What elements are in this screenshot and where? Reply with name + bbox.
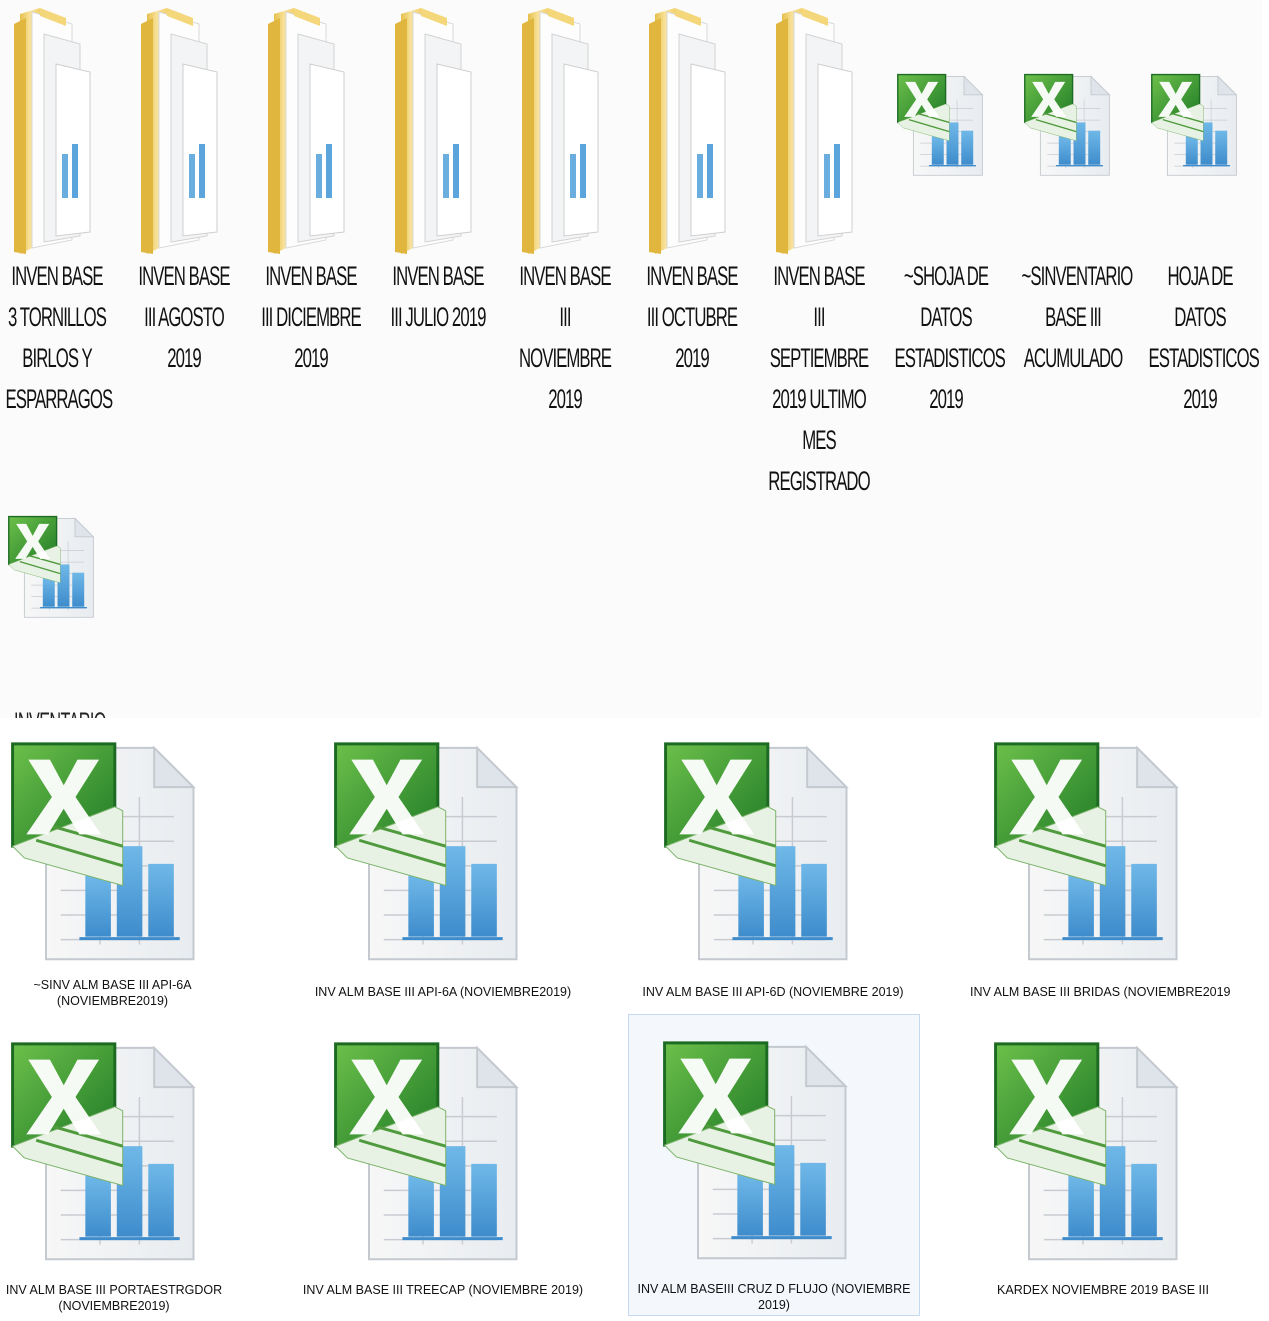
excel-file-item[interactable]: ~SHOJA DE DATOS ESTADISTICOS 2019 — [889, 0, 1014, 420]
folder-item[interactable]: INVEN BASE III JULIO 2019 — [381, 0, 506, 420]
excel-file-icon — [314, 738, 542, 974]
excel-file-icon — [974, 1038, 1202, 1274]
item-label: INVEN BASE 3 TORNILLOS BIRLOS Y ESPARRAG… — [5, 261, 114, 414]
item-label: ~SINVENTARIO BASE III ACUMULADO — [1021, 261, 1134, 373]
folder-item[interactable]: INVEN BASE III NOVIEMBRE 2019 — [508, 0, 633, 420]
excel-file-item[interactable]: HOJA DE DATOS ESTADISTICOS 2019 — [1143, 0, 1262, 420]
item-label: INV ALM BASE III BRIDAS (NOVIEMBRE2019) — [970, 985, 1230, 999]
item-label: INVEN BASE III AGOSTO 2019 — [138, 261, 230, 373]
excel-file-item[interactable]: ~SINVENTARIO BASE III ACUMULADO — [1016, 0, 1141, 420]
folder-icon — [518, 4, 610, 254]
folder-item[interactable]: INVEN BASE III OCTUBRE 2019 — [635, 0, 760, 420]
excel-file-icon — [974, 738, 1202, 974]
item-label: INVEN BASE III OCTUBRE 2019 — [646, 261, 738, 373]
item-label: INVENTARIO — [14, 702, 106, 718]
excel-file-icon — [895, 10, 987, 244]
excel-file-item[interactable]: INV ALM BASE III BRIDAS (NOVIEMBRE2019) — [960, 732, 1230, 1022]
folder-icon — [264, 4, 356, 254]
excel-file-item[interactable]: INV ALM BASE III API-6A (NOVIEMBRE2019) — [300, 732, 586, 1022]
item-label: INV ALM BASE III API-6D (NOVIEMBRE 2019) — [642, 985, 904, 999]
item-label: ~SINV ALM BASE III API-6A (NOVIEMBRE2019… — [33, 978, 192, 1008]
item-label: INV ALM BASE III PORTAESTRGDOR (NOVIEMBR… — [5, 1283, 223, 1313]
excel-file-item-selected[interactable]: INV ALM BASEIII CRUZ D FLUJO (NOVIEMBRE … — [628, 1014, 920, 1316]
item-label: INVEN BASE III NOVIEMBRE 2019 — [518, 261, 612, 414]
folder-icon — [137, 4, 229, 254]
folder-icon — [645, 4, 737, 254]
folder-item[interactable]: INVEN BASE III DICIEMBRE 2019 — [254, 0, 379, 420]
truncated-label-area: INVENTARIO — [0, 700, 110, 718]
item-label: INV ALM BASE III API-6A (NOVIEMBRE2019) — [314, 985, 572, 999]
excel-file-item[interactable]: INV ALM BASE III PORTAESTRGDOR (NOVIEMBR… — [0, 1034, 228, 1321]
excel-file-icon — [644, 738, 872, 974]
excel-file-icon — [6, 452, 98, 686]
item-label: ~SHOJA DE DATOS ESTADISTICOS 2019 — [894, 261, 1006, 414]
excel-file-icon — [1149, 10, 1241, 244]
item-label: INVEN BASE III JULIO 2019 — [390, 261, 487, 332]
folder-item[interactable]: INVEN BASE 3 TORNILLOS BIRLOS Y ESPARRAG… — [0, 0, 125, 420]
item-label: INV ALM BASEIII CRUZ D FLUJO (NOVIEMBRE … — [637, 1282, 911, 1312]
excel-file-item[interactable]: KARDEX NOVIEMBRE 2019 BASE III — [960, 1034, 1246, 1321]
icon-view-bottom: ~SINV ALM BASE III API-6A (NOVIEMBRE2019… — [0, 724, 1269, 1321]
excel-file-icon — [0, 1038, 210, 1274]
excel-file-item[interactable]: INV ALM BASE III API-6D (NOVIEMBRE 2019) — [630, 732, 916, 1022]
item-label: INV ALM BASE III TREECAP (NOVIEMBRE 2019… — [302, 1283, 584, 1297]
item-label: HOJA DE DATOS ESTADISTICOS 2019 — [1148, 261, 1260, 414]
excel-file-item[interactable]: INV ALM BASE III TREECAP (NOVIEMBRE 2019… — [300, 1034, 586, 1321]
excel-file-icon — [643, 1037, 871, 1273]
folder-icon — [772, 4, 864, 254]
folder-item[interactable]: INVEN BASE III AGOSTO 2019 — [127, 0, 252, 420]
item-label: INVEN BASE III DICIEMBRE 2019 — [261, 261, 361, 373]
excel-file-item[interactable]: ~SINV ALM BASE III API-6A (NOVIEMBRE2019… — [0, 732, 225, 1022]
excel-file-item[interactable] — [0, 444, 125, 718]
folder-icon — [10, 4, 102, 254]
excel-file-icon — [314, 1038, 542, 1274]
folder-icon — [391, 4, 483, 254]
excel-file-icon — [1022, 10, 1114, 244]
icon-view-top: INVEN BASE 3 TORNILLOS BIRLOS Y ESPARRAG… — [0, 0, 1262, 718]
item-label: INVEN BASE III SEPTIEMBRE 2019 ULTIMO ME… — [768, 261, 870, 496]
folder-item[interactable]: INVEN BASE III SEPTIEMBRE 2019 ULTIMO ME… — [762, 0, 887, 496]
excel-file-icon — [0, 738, 210, 974]
item-label: KARDEX NOVIEMBRE 2019 BASE III — [997, 1283, 1209, 1297]
